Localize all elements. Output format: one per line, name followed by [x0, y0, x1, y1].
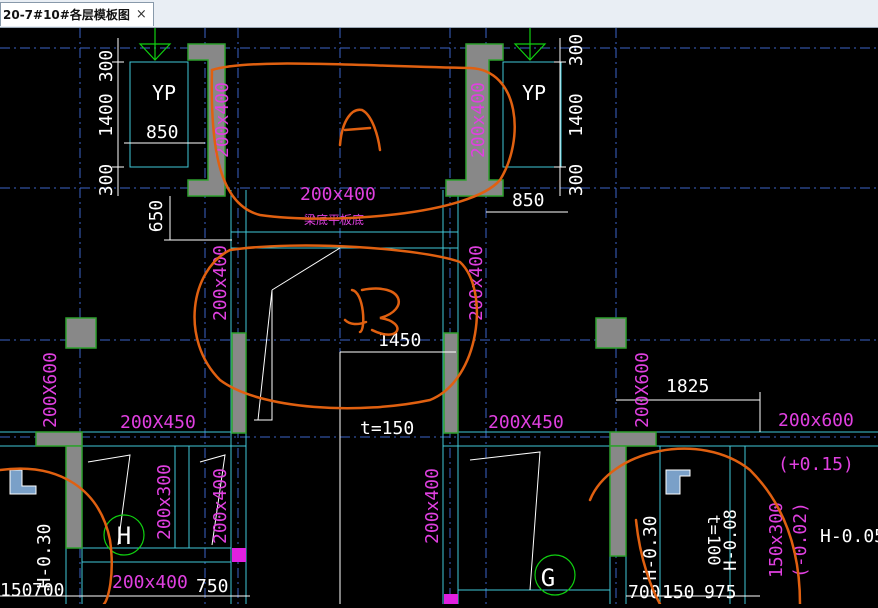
dim-850-left: 850 [146, 122, 179, 143]
cad-canvas[interactable]: H G 300 1400 300 300 1400 300 850 850 65… [0, 28, 878, 606]
beam-200x600-v-right: 200X600 [632, 352, 653, 428]
dim-1400-b: 1400 [566, 93, 587, 136]
tab-title: 20-7#10#各层模板图 [3, 8, 130, 22]
beam-200x450-right: 200X450 [488, 412, 564, 433]
dim-300-d: 300 [566, 164, 587, 197]
dim-1400-a: 1400 [96, 93, 117, 136]
axis-h-label: H [117, 522, 131, 550]
axis-g-label: G [541, 564, 555, 592]
beam-200x600-v-left: 200X600 [40, 352, 61, 428]
dim-150-left: 150 [0, 580, 33, 601]
elev-plus015: (+0.15) [778, 454, 854, 475]
label-elev-h008: H-0.08 [721, 509, 741, 570]
elev-minus002: (-0.02) [790, 502, 811, 578]
magenta-columns [232, 548, 458, 604]
dim-700-right: 700 [628, 582, 661, 603]
close-icon[interactable]: × [136, 7, 147, 22]
beam-200x400-top: 200x400 [300, 184, 376, 205]
beam-200x300: 200x300 [154, 464, 175, 540]
beam-150x300: 150x300 [766, 502, 787, 578]
drawing-tab[interactable]: 20-7#10#各层模板图 × [0, 2, 154, 26]
beam-200x400-v3: 200x400 [210, 468, 231, 544]
window-symbols [9, 469, 691, 495]
beam-200x400-v-right: 200x400 [468, 82, 489, 158]
dim-300-b: 300 [96, 164, 117, 197]
drawing-svg: H G 300 1400 300 300 1400 300 850 850 65… [0, 28, 878, 606]
beam-200x400-bottom: 200x400 [112, 572, 188, 593]
dim-300-a: 300 [96, 50, 117, 83]
label-slab-t100: t=100 [703, 514, 723, 565]
beam-200x600-right: 200x600 [778, 410, 854, 431]
label-slab-t150: t=150 [360, 418, 414, 439]
label-elev-h030-left: H-0.30 [34, 523, 55, 588]
tab-bar: 20-7#10#各层模板图 × [0, 0, 878, 28]
dim-650: 650 [146, 200, 167, 233]
dim-300-c: 300 [566, 34, 587, 67]
dim-750: 750 [196, 576, 229, 597]
label-yp-left: YP [152, 81, 176, 105]
label-elev-h030-right: H-0.30 [640, 515, 661, 580]
beam-200x400-v4: 200x400 [422, 468, 443, 544]
label-yp-right: YP [522, 81, 546, 105]
dim-850-right: 850 [512, 190, 545, 211]
beam-200x450-left: 200X450 [120, 412, 196, 433]
dim-975: 975 [704, 582, 737, 603]
dim-150-right: 150 [662, 582, 695, 603]
dim-1825: 1825 [666, 376, 709, 397]
label-elev-h005: H-0.05 [820, 526, 878, 547]
